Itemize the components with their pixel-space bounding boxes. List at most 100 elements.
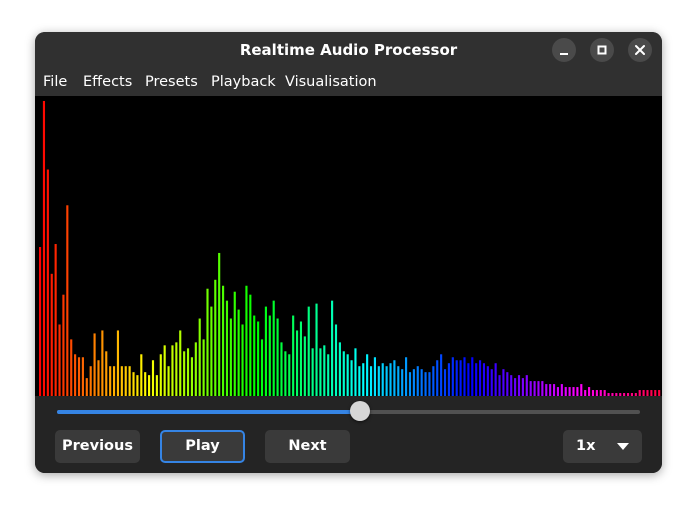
progress-slider-handle[interactable] <box>350 401 371 421</box>
spectrum-bar <box>556 387 560 396</box>
spectrum-bar <box>202 339 205 396</box>
playback-controls: Previous Play Next 1x <box>35 396 662 473</box>
spectrum-visualiser <box>35 96 662 396</box>
spectrum-bar <box>120 366 123 396</box>
progress-fill <box>57 410 361 414</box>
spectrum-bar <box>280 342 283 396</box>
spectrum-bar <box>39 247 42 396</box>
next-button[interactable]: Next <box>265 430 350 463</box>
spectrum-bar <box>50 273 53 396</box>
spectrum-bar <box>159 354 162 396</box>
spectrum-bar <box>66 205 69 396</box>
spectrum-bar <box>89 366 92 396</box>
menu-playback[interactable]: Playback <box>211 68 276 96</box>
spectrum-bar <box>490 369 493 396</box>
maximize-button[interactable] <box>590 38 614 62</box>
spectrum-bar <box>506 372 509 396</box>
previous-button[interactable]: Previous <box>55 430 140 463</box>
spectrum-bar <box>284 351 287 396</box>
speed-dropdown[interactable]: 1x <box>563 430 642 463</box>
spectrum-bar <box>299 321 303 396</box>
spectrum-bar <box>190 357 193 396</box>
spectrum-bar <box>564 387 567 396</box>
spectrum-bar <box>381 363 384 396</box>
spectrum-bar <box>151 360 155 396</box>
menu-effects[interactable]: Effects <box>83 68 132 96</box>
menu-visualisation[interactable]: Visualisation <box>285 68 377 96</box>
progress-slider[interactable] <box>57 410 640 414</box>
spectrum-bar <box>580 384 583 396</box>
spectrum-bar <box>222 285 225 396</box>
minimize-button[interactable] <box>552 38 576 62</box>
spectrum-bar <box>346 354 349 396</box>
spectrum-bar <box>572 387 575 396</box>
spectrum-bar <box>478 360 482 396</box>
spectrum-bar <box>93 333 96 396</box>
spectrum-bar <box>467 363 470 396</box>
spectrum-bar <box>136 375 139 396</box>
spectrum-bar <box>218 252 221 396</box>
menu-presets[interactable]: Presets <box>145 68 198 96</box>
spectrum-bar <box>260 339 264 396</box>
spectrum-bar <box>272 300 275 396</box>
spectrum-bar <box>498 375 501 396</box>
spectrum-bar <box>144 372 147 396</box>
spectrum-bar <box>253 315 256 396</box>
spectrum-bar <box>424 372 427 396</box>
spectrum-bar <box>210 306 213 396</box>
spectrum-bar <box>307 306 310 396</box>
spectrum-bar <box>85 378 88 396</box>
maximize-icon <box>597 45 607 55</box>
spectrum-bar <box>229 318 232 396</box>
close-button[interactable] <box>628 38 652 62</box>
spectrum-bar <box>354 348 357 396</box>
spectrum-bar <box>112 366 116 396</box>
spectrum-bar <box>183 351 186 396</box>
menu-file[interactable]: File <box>43 68 67 96</box>
spectrum-bar <box>128 366 131 396</box>
spectrum-bar <box>560 384 563 396</box>
spectrum-bar <box>420 369 423 396</box>
spectrum-bar <box>451 357 454 396</box>
spectrum-bar <box>393 360 396 396</box>
spectrum-bar <box>588 387 591 396</box>
spectrum-bar <box>545 384 548 396</box>
spectrum-bar <box>315 303 318 396</box>
spectrum-bar <box>62 294 65 396</box>
spectrum-bar <box>249 294 252 396</box>
spectrum-bar <box>494 363 497 396</box>
spectrum-bar <box>257 321 260 396</box>
spectrum-bar <box>245 285 248 396</box>
spectrum-bar <box>549 384 552 396</box>
spectrum-bar <box>525 375 528 396</box>
spectrum-bar <box>486 366 489 396</box>
spectrum-bar <box>311 348 314 396</box>
spectrum-bar <box>58 324 61 396</box>
spectrum-bar <box>163 345 166 396</box>
spectrum-bar <box>436 360 439 396</box>
minimize-icon <box>560 53 568 55</box>
spectrum-bar <box>459 360 462 396</box>
spectrum-bar <box>521 378 524 396</box>
spectrum-bar <box>334 324 338 396</box>
speed-value: 1x <box>576 438 596 454</box>
spectrum-bar <box>97 360 100 396</box>
spectrum-bar <box>179 330 182 396</box>
spectrum-bar <box>408 372 412 396</box>
spectrum-bar <box>237 309 240 396</box>
spectrum-bar <box>405 357 408 396</box>
spectrum-bar <box>46 169 49 396</box>
spectrum-bar <box>42 100 46 396</box>
spectrum-bar <box>233 291 236 396</box>
spectrum-bar <box>541 381 544 396</box>
spectrum-bar <box>443 369 447 396</box>
spectrum-bar <box>327 354 330 396</box>
spectrum-bar <box>132 372 135 396</box>
spectrum-bar <box>482 363 486 396</box>
title-bar: Realtime Audio Processor <box>35 32 662 68</box>
spectrum-bar <box>537 381 540 396</box>
spectrum-bar <box>81 357 84 396</box>
spectrum-bar <box>198 318 201 396</box>
play-button[interactable]: Play <box>160 430 245 463</box>
spectrum-bar <box>264 306 267 396</box>
